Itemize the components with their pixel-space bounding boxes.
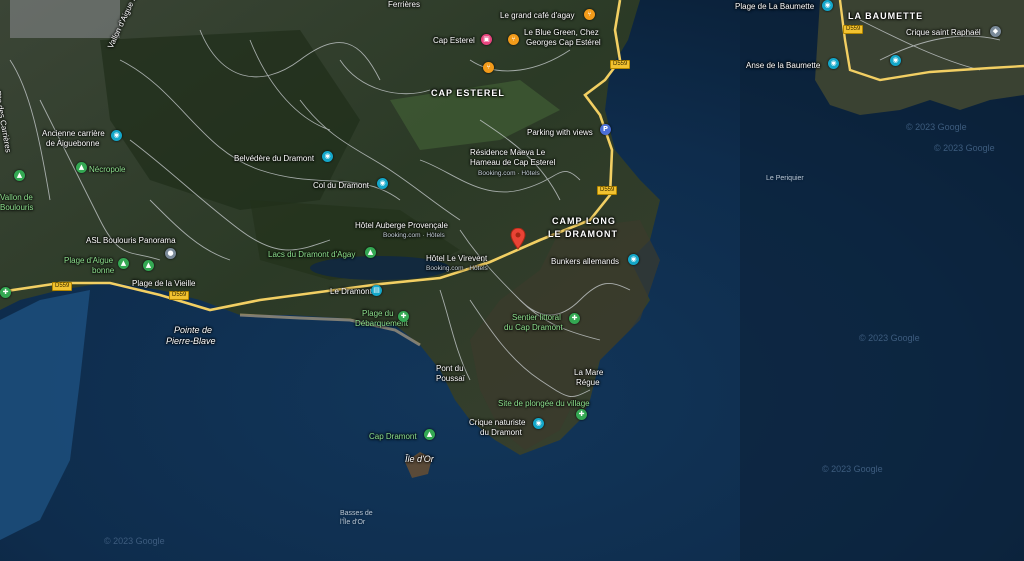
copyright-watermark: © 2023 Google <box>859 333 920 343</box>
viewpoint-icon[interactable]: ◉ <box>322 151 333 162</box>
place-la-baumette[interactable]: LA BAUMETTE <box>848 11 923 21</box>
place-vallon-boulouris[interactable]: Vallon de <box>0 193 33 203</box>
place-sentier-2[interactable]: du Cap Dramont <box>504 323 563 333</box>
shopping-icon[interactable]: ▣ <box>481 34 492 45</box>
place-residence-sub: Booking.com · Hôtels <box>478 170 540 177</box>
place-crique-naturiste[interactable]: Crique naturiste <box>469 418 525 428</box>
place-le-dramont-area[interactable]: LE DRAMONT <box>548 229 618 239</box>
place-ile-dor[interactable]: Île d'Or <box>405 454 434 464</box>
beach-icon[interactable]: ◉ <box>822 0 833 11</box>
copyright-watermark: © 2023 Google <box>906 122 967 132</box>
place-grand-cafe[interactable]: Le grand café d'agay <box>500 11 574 21</box>
place-pointe-2[interactable]: Pierre-Blave <box>166 336 216 346</box>
place-ferrieres[interactable]: Ferrières <box>388 0 420 10</box>
place-cap-esterel-poi[interactable]: Cap Esterel <box>433 36 475 46</box>
place-vallon-boulouris-2[interactable]: Boulouris <box>0 203 33 213</box>
beach-icon[interactable]: ◉ <box>828 58 839 69</box>
park-icon[interactable]: ▲ <box>76 162 87 173</box>
map-canvas[interactable]: D559 D559 D559 D559 D559 Plage de La Bau… <box>0 0 1024 561</box>
viewpoint-icon[interactable]: ◆ <box>990 26 1001 37</box>
hiking-icon[interactable]: ✚ <box>569 313 580 324</box>
place-pointe[interactable]: Pointe de <box>174 325 212 335</box>
historical-site-icon[interactable]: ◉ <box>111 130 122 141</box>
copyright-watermark: © 2023 Google <box>822 464 883 474</box>
place-blue-green[interactable]: Le Blue Green, Chez <box>524 28 599 38</box>
place-virevent-sub: Booking.com · Hôtels <box>426 265 488 272</box>
d559-shield: D559 <box>610 60 631 69</box>
train-station-icon[interactable]: ▤ <box>371 285 382 296</box>
place-plage-aiguebonne-2[interactable]: bonne <box>92 266 114 276</box>
place-pont-poussai[interactable]: Pont du <box>436 364 464 374</box>
place-cap-dramont[interactable]: Cap Dramont <box>369 432 417 442</box>
beach-icon[interactable]: ▲ <box>118 258 129 269</box>
location-pin-icon[interactable] <box>510 228 526 250</box>
hiking-icon[interactable]: ✚ <box>398 311 409 322</box>
place-sentier[interactable]: Sentier littoral <box>512 313 561 323</box>
place-plage-baumette[interactable]: Plage de La Baumette <box>735 2 814 12</box>
place-bunkers[interactable]: Bunkers allemands <box>551 257 619 267</box>
place-residence-2[interactable]: Hameau de Cap Esterel <box>470 158 555 168</box>
place-col-dramont[interactable]: Col du Dramont <box>313 181 369 191</box>
hiking-icon[interactable]: ✚ <box>576 409 587 420</box>
historical-site-icon[interactable]: ◉ <box>628 254 639 265</box>
place-le-dramont-station[interactable]: Le Dramont <box>330 287 372 297</box>
restaurant-icon[interactable]: ⑂ <box>584 9 595 20</box>
place-anc-carriere[interactable]: Ancienne carrière <box>42 129 105 139</box>
place-icon[interactable]: ● <box>165 248 176 259</box>
restaurant-icon[interactable]: ⑂ <box>508 34 519 45</box>
copyright-watermark: © 2023 Google <box>104 536 165 546</box>
park-icon[interactable]: ▲ <box>14 170 25 181</box>
place-asl[interactable]: ASL Boulouris Panorama <box>86 236 176 246</box>
park-icon[interactable]: ▲ <box>143 260 154 271</box>
place-anc-carriere-2[interactable]: de Aiguebonne <box>46 139 99 149</box>
place-camp-long[interactable]: CAMP LONG <box>552 216 616 226</box>
place-residence[interactable]: Résidence Maeva Le <box>470 148 545 158</box>
place-basses-2: l'Île d'Or <box>340 519 366 526</box>
place-cap-esterel[interactable]: CAP ESTEREL <box>431 88 505 98</box>
place-lacs[interactable]: Lacs du Dramont d'Agay <box>268 250 355 260</box>
place-anse-baumette[interactable]: Anse de la Baumette <box>746 61 820 71</box>
viewpoint-icon[interactable]: ◉ <box>377 178 388 189</box>
beach-icon[interactable]: ◉ <box>533 418 544 429</box>
place-parking[interactable]: Parking with views <box>527 128 593 138</box>
hiking-icon[interactable]: ✚ <box>0 287 11 298</box>
copyright-watermark: © 2023 Google <box>934 143 995 153</box>
d559-shield: D559 <box>843 25 864 34</box>
place-crique-naturiste-2[interactable]: du Dramont <box>480 428 522 438</box>
place-necropole[interactable]: Nécropole <box>89 165 125 175</box>
place-plage-debarquement[interactable]: Plage du <box>362 309 394 319</box>
place-pont-poussai-2[interactable]: Poussaï <box>436 374 465 384</box>
place-crique-saint-raphael[interactable]: Crique saint Raphaël <box>906 28 981 38</box>
place-virevent[interactable]: Hôtel Le Virevent <box>426 254 487 264</box>
place-la-mare[interactable]: La Mare <box>574 368 603 378</box>
place-site-plongee[interactable]: Site de plongée du village <box>498 399 590 409</box>
place-le-periquier: Le Periquier <box>766 175 804 182</box>
restaurant-icon[interactable]: ⑂ <box>483 62 494 73</box>
place-auberge-sub: Booking.com · Hôtels <box>383 232 445 239</box>
place-plage-aiguebonne[interactable]: Plage d'Aigue <box>64 256 113 266</box>
park-icon[interactable]: ▲ <box>365 247 376 258</box>
place-plage-vieille[interactable]: Plage de la Vieille <box>132 279 195 289</box>
place-belvedere[interactable]: Belvédère du Dramont <box>234 154 314 164</box>
d559-shield: D559 <box>597 186 618 195</box>
parking-icon[interactable]: P <box>600 124 611 135</box>
d559-shield: D559 <box>169 291 190 300</box>
beach-icon[interactable]: ◉ <box>890 55 901 66</box>
place-blue-green-2[interactable]: Georges Cap Estérel <box>526 38 601 48</box>
d559-shield: D559 <box>52 282 73 291</box>
place-auberge[interactable]: Hôtel Auberge Provençale <box>355 221 448 231</box>
place-la-mare-2[interactable]: Régue <box>576 378 600 388</box>
park-icon[interactable]: ▲ <box>424 429 435 440</box>
